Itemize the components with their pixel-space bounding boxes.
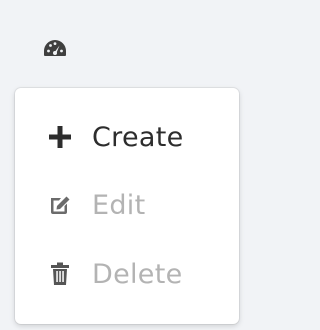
toolbar <box>0 0 245 96</box>
menu-item-delete[interactable]: Delete <box>15 244 239 304</box>
context-menu: Create Edit Delete <box>15 88 239 324</box>
menu-item-label: Create <box>92 121 184 153</box>
menu-item-label: Delete <box>92 258 183 290</box>
menu-item-label: Edit <box>92 189 146 221</box>
menu-item-create[interactable]: Create <box>15 107 239 167</box>
dashboard-gauge-icon[interactable] <box>43 39 67 57</box>
menu-item-edit[interactable]: Edit <box>15 175 239 235</box>
plus-icon <box>47 124 73 150</box>
trash-icon <box>47 261 73 287</box>
edit-icon <box>47 192 73 218</box>
